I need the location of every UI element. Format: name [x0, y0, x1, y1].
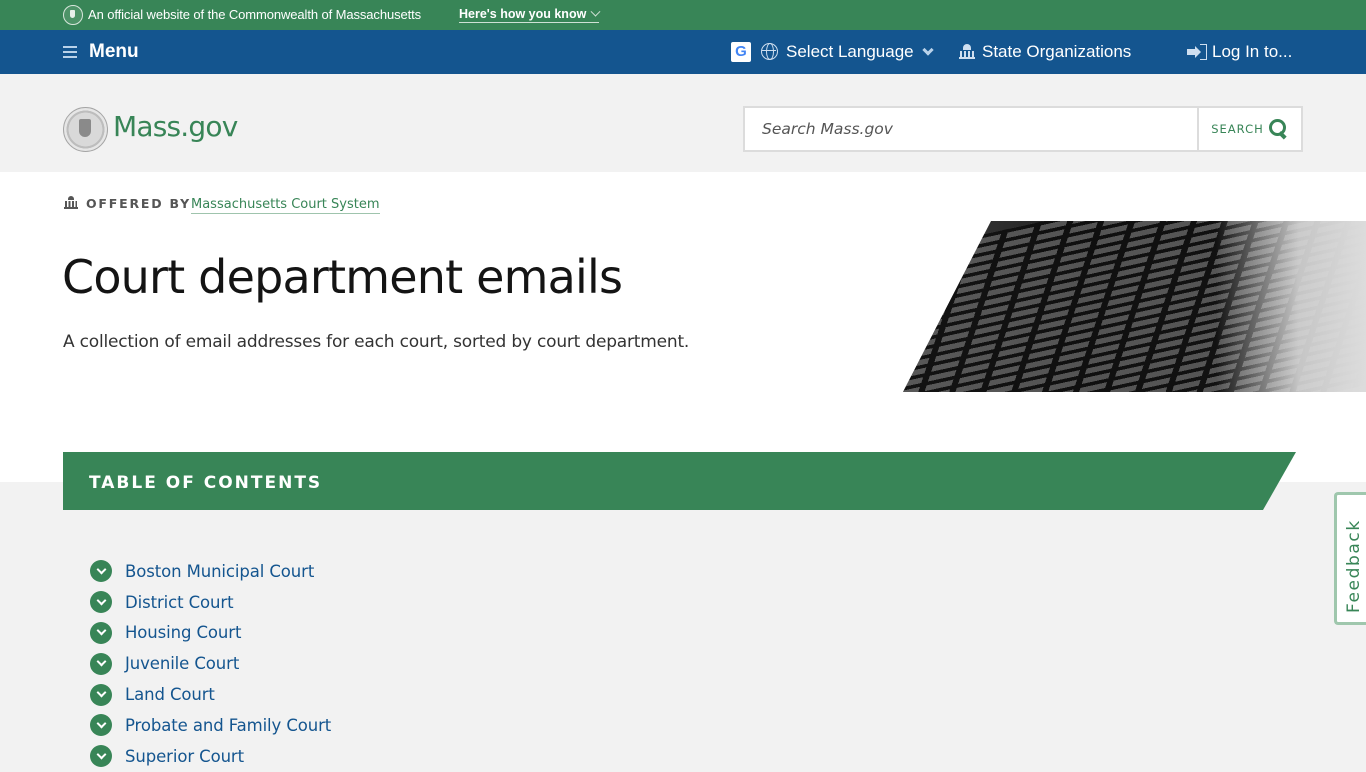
toc-link[interactable]: Superior Court — [125, 747, 244, 766]
search-button[interactable]: SEARCH — [1197, 108, 1301, 150]
select-language-dropdown[interactable]: Select Language — [786, 42, 914, 62]
menu-label: Menu — [89, 41, 139, 62]
toc-link[interactable]: Juvenile Court — [125, 654, 239, 673]
toc-item-juvenile-court[interactable]: Juvenile Court — [90, 648, 331, 679]
toc-link[interactable]: Boston Municipal Court — [125, 562, 314, 581]
chevron-down-circle-icon — [90, 560, 112, 583]
keyboard-banner-image — [903, 221, 1366, 392]
toc-item-land-court[interactable]: Land Court — [90, 679, 331, 710]
search-icon — [1268, 119, 1289, 139]
toc-header: TABLE OF CONTENTS — [63, 452, 1296, 510]
hamburger-icon — [63, 46, 77, 58]
search-input[interactable] — [745, 108, 1197, 150]
official-website-banner: An official website of the Commonwealth … — [0, 0, 1366, 30]
chevron-down-circle-icon — [90, 652, 112, 675]
offered-by-label: OFFERED BY — [86, 196, 192, 211]
google-translate-icon: G — [731, 42, 751, 62]
feedback-tab[interactable]: Feedback — [1334, 492, 1366, 625]
toc-list: Boston Municipal Court District Court Ho… — [90, 556, 331, 772]
state-seal-icon — [63, 5, 83, 25]
toc-link[interactable]: Probate and Family Court — [125, 716, 331, 735]
page-description: A collection of email addresses for each… — [63, 332, 690, 352]
search-button-label: SEARCH — [1211, 122, 1264, 136]
toc-link[interactable]: Housing Court — [125, 623, 241, 642]
page-title: Court department emails — [62, 250, 623, 304]
site-logo-text: Mass.gov — [113, 110, 238, 143]
utility-nav: Menu G Select Language State Organizatio… — [0, 30, 1366, 74]
mass-seal-logo-icon — [63, 107, 108, 152]
state-organizations-link[interactable]: State Organizations — [982, 42, 1131, 62]
log-in-button[interactable]: Log In to... — [1212, 42, 1292, 62]
search-form: SEARCH — [743, 106, 1303, 152]
state-house-icon — [64, 196, 78, 210]
globe-icon — [761, 43, 778, 60]
toc-item-superior-court[interactable]: Superior Court — [90, 741, 331, 772]
toc-link[interactable]: Land Court — [125, 685, 215, 704]
chevron-down-circle-icon — [90, 591, 112, 614]
toc-item-housing-court[interactable]: Housing Court — [90, 618, 331, 649]
heres-how-you-know-link[interactable]: Here's how you know — [459, 6, 601, 23]
chevron-down-icon — [590, 6, 601, 17]
toc-item-district-court[interactable]: District Court — [90, 587, 331, 618]
login-icon — [1187, 44, 1207, 60]
chevron-down-circle-icon — [90, 714, 112, 737]
heres-how-you-know-label: Here's how you know — [459, 7, 587, 21]
chevron-down-circle-icon — [90, 683, 112, 706]
toc-item-boston-municipal-court[interactable]: Boston Municipal Court — [90, 556, 331, 587]
site-header: Mass.gov SEARCH — [0, 74, 1366, 172]
official-website-text: An official website of the Commonwealth … — [88, 7, 422, 22]
feedback-label: Feedback — [1344, 519, 1364, 613]
page-banner: OFFERED BY Massachusetts Court System Co… — [0, 172, 1366, 482]
toc-item-probate-and-family-court[interactable]: Probate and Family Court — [90, 710, 331, 741]
chevron-down-circle-icon — [90, 621, 112, 644]
toc-link[interactable]: District Court — [125, 593, 234, 612]
offered-by-org-link[interactable]: Massachusetts Court System — [191, 196, 380, 214]
toc-title: TABLE OF CONTENTS — [89, 473, 323, 493]
chevron-down-circle-icon — [90, 745, 112, 768]
state-house-icon — [959, 44, 975, 60]
chevron-down-icon[interactable] — [922, 44, 934, 56]
menu-button[interactable]: Menu — [63, 30, 139, 74]
